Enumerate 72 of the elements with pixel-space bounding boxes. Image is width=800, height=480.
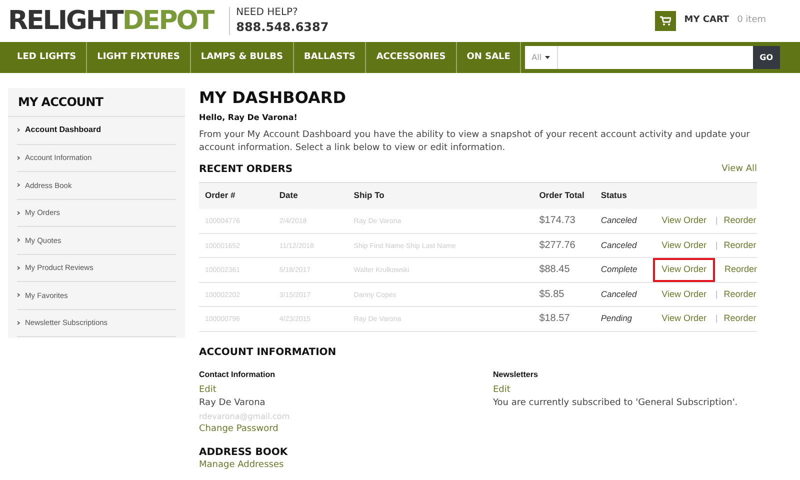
column-header: Date — [279, 190, 298, 200]
chevron-icon — [17, 183, 20, 188]
view-order-link[interactable]: View Order — [652, 234, 716, 257]
column-header: Status — [600, 190, 627, 200]
intro-text: From your My Account Dashboard you have the ability to view a snapshot of your recent account activity and update your account information. Select a link below to view or edit information. — [199, 129, 751, 155]
cart-count: 0 item — [737, 14, 766, 28]
table-cell: $5.85 — [539, 288, 564, 300]
table-cell: $18.57 — [539, 313, 570, 324]
chevron-icon — [17, 293, 20, 298]
chevron-icon — [17, 156, 20, 160]
table-cell: $277.76 — [539, 240, 576, 251]
nav-link[interactable]: LAMPS & BULBS — [190, 42, 294, 73]
reorder-link[interactable]: Reorder — [718, 214, 756, 228]
subscription-text: You are currently subscribed to 'General Subscription'. — [493, 396, 738, 410]
view-order-link[interactable]: View Order — [652, 307, 716, 330]
nav-link[interactable]: ON SALE — [456, 42, 522, 73]
reorder-link[interactable]: Reorder — [718, 288, 756, 301]
status-text: Canceled — [600, 288, 637, 299]
search-field[interactable]: All — [524, 46, 753, 69]
table-cell: $88.45 — [539, 264, 570, 276]
reorder-link[interactable]: Reorder — [718, 263, 757, 276]
column-header: Ship To — [354, 190, 384, 200]
cart-label[interactable]: MY CART — [684, 14, 730, 28]
sidebar-title: MY ACCOUNT — [8, 88, 185, 117]
section-title: RECENT ORDERS — [199, 163, 293, 177]
chevron-icon — [17, 128, 20, 132]
category-dropdown[interactable]: All — [524, 46, 558, 69]
separator: | — [715, 288, 718, 301]
help-label: NEED HELP? — [236, 7, 299, 20]
edit-link[interactable]: Edit — [493, 384, 510, 396]
reorder-link[interactable]: Reorder — [718, 312, 756, 326]
view-order-link[interactable]: View Order — [652, 282, 716, 306]
view-order-link[interactable]: View Order — [652, 258, 716, 282]
view-all-link[interactable]: View All — [722, 162, 757, 176]
manage-addresses-link[interactable]: Manage Addresses — [199, 460, 757, 470]
phone-number: 888.548.6387 — [236, 20, 329, 35]
logo[interactable]: RELIGHTDEPOT — [8, 8, 214, 34]
status-text: Canceled — [600, 215, 637, 226]
caret-icon — [544, 56, 550, 59]
column-header: Order Total — [539, 190, 584, 200]
edit-link[interactable]: Edit — [199, 384, 216, 396]
chevron-icon — [17, 266, 20, 270]
chevron-icon — [17, 320, 20, 325]
separator: | — [715, 312, 718, 326]
greeting: Hello, Ray De Varona! — [199, 112, 298, 124]
status-text: Pending — [600, 313, 632, 324]
separator: | — [715, 238, 718, 252]
subsection-title: Newsletters — [493, 368, 538, 380]
cart-icon — [660, 16, 672, 26]
sidebar-item[interactable]: Account Dashboard — [17, 117, 176, 144]
section-title: ADDRESS BOOK — [199, 446, 289, 460]
sidebar-item-label: Account Dashboard — [25, 124, 102, 136]
view-order-link[interactable]: View Order — [652, 208, 716, 232]
reorder-link[interactable]: Reorder — [718, 238, 756, 252]
nav-link[interactable]: BALLASTS — [294, 42, 366, 73]
nav-link[interactable]: ACCESSORIES — [366, 42, 457, 73]
cart-button[interactable] — [655, 11, 676, 31]
nav-link[interactable]: LIGHT FIXTURES — [87, 42, 191, 73]
nav-link[interactable]: LED LIGHTS — [0, 42, 88, 73]
status-text: Complete — [600, 264, 638, 274]
contact-name: Ray De Varona — [199, 396, 266, 410]
change-password-link[interactable]: Change Password — [199, 422, 278, 436]
separator: | — [715, 214, 718, 227]
column-header: Order # — [205, 190, 236, 200]
go-button[interactable]: GO — [752, 46, 780, 69]
page-title: MY DASHBOARD — [199, 88, 348, 108]
chevron-icon — [17, 210, 20, 215]
subsection-title: Contact Information — [199, 368, 275, 380]
status-text: Canceled — [600, 240, 637, 250]
section-title: ACCOUNT INFORMATION — [199, 346, 338, 360]
chevron-icon — [17, 238, 20, 242]
table-cell: $174.73 — [539, 215, 576, 226]
